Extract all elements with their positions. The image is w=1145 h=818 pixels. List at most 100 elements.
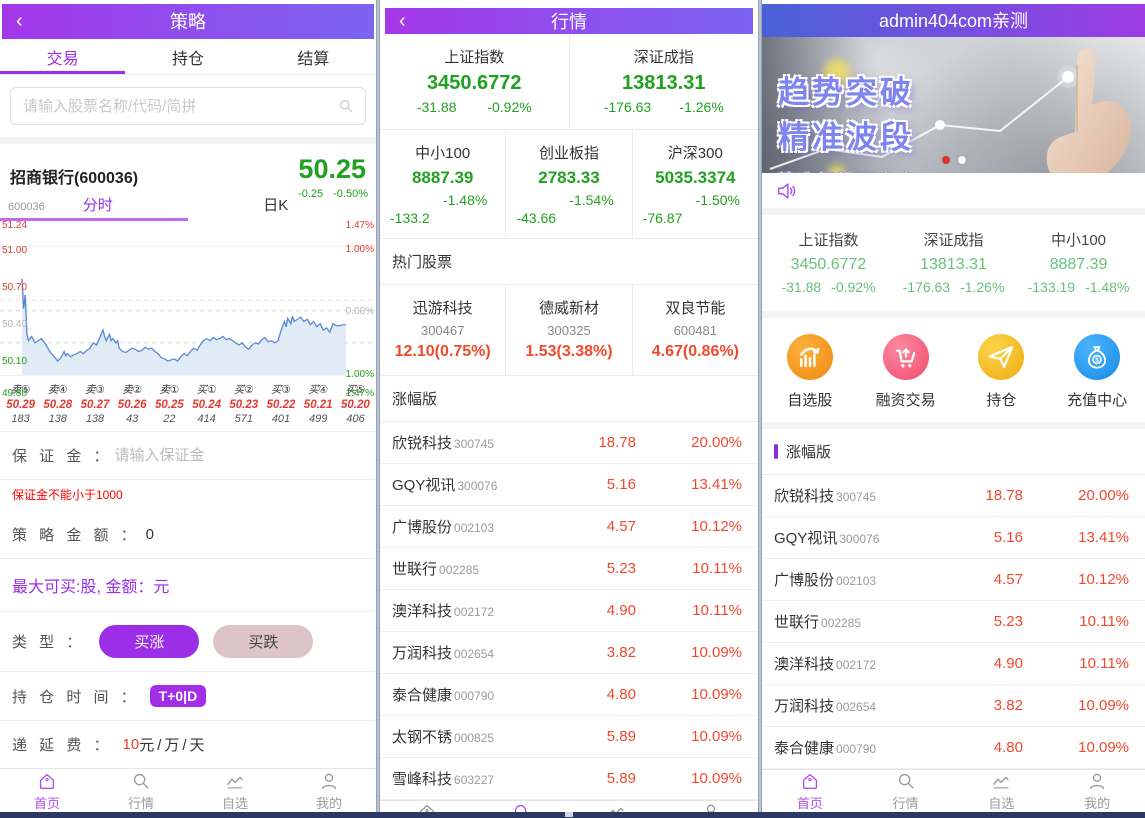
order-level: 卖① 50.25 22 (151, 382, 188, 425)
carousel-dots (762, 156, 1145, 164)
margin-row: 保 证 金 ： (0, 432, 376, 480)
banner-line2: 精准波段 (778, 112, 918, 157)
gainers-title: 涨幅版 (762, 429, 1145, 475)
gainer-row[interactable]: 世联行002285 5.23 10.11% (762, 601, 1145, 643)
tab-settlement[interactable]: 结算 (251, 39, 376, 75)
index-card[interactable]: 上证指数 3450.6772 -31.88-0.92% (766, 229, 891, 295)
type-row: 类 型 ： 买涨 买跌 (0, 612, 376, 672)
y-axis-tick: 51.00 (2, 246, 27, 256)
nav-watchlist[interactable]: 自选 (188, 770, 282, 812)
index-card[interactable]: 中小100 8887.39 -1.48% -133.2 (380, 130, 505, 238)
gainer-row[interactable]: GQY视讯300076 5.16 13.41% (380, 464, 758, 506)
feature-融资交易[interactable]: 融资交易 (858, 334, 954, 410)
gainer-row[interactable]: 雪峰科技603227 5.89 10.09% (380, 758, 758, 800)
gainer-row[interactable]: 太钢不锈000825 5.89 10.09% (380, 716, 758, 758)
gainer-row[interactable]: 万润科技002654 3.82 10.09% (380, 632, 758, 674)
feature-持仓[interactable]: 持仓 (954, 334, 1050, 410)
pct-axis-tick: 1.00% (346, 370, 374, 380)
buy-up-button[interactable]: 买涨 (99, 625, 199, 658)
index-card[interactable]: 创业板指 2783.33 -1.54% -43.66 (505, 130, 631, 238)
page-title: 行情 (551, 8, 587, 34)
margin-input[interactable] (113, 446, 364, 465)
home-icon (36, 770, 58, 792)
gainer-row[interactable]: 世联行002285 5.23 10.11% (380, 548, 758, 590)
title-accent-bar (774, 444, 778, 459)
gainer-row[interactable]: 澳洋科技002172 4.90 10.11% (380, 590, 758, 632)
hot-stock-card[interactable]: 双良节能 600481 4.67(0.86%) (632, 285, 758, 375)
gainer-row[interactable]: 欣锐科技300745 18.78 20.00% (380, 422, 758, 464)
stock-search-input[interactable] (21, 97, 337, 116)
back-chevron-icon[interactable]: ‹ (16, 4, 23, 39)
buy-down-button[interactable]: 买跌 (213, 625, 313, 658)
nav-home[interactable]: 首页 (762, 770, 858, 812)
home-header: admin404com亲测 (762, 4, 1145, 37)
cart-up-icon (883, 334, 929, 380)
line-chart-icon (605, 801, 627, 812)
money-bag-icon: $ (1074, 334, 1120, 380)
bottom-nav: 首页 行情 自选 我的 (762, 769, 1145, 812)
hot-stock-card[interactable]: 德威新材 300325 1.53(3.38%) (505, 285, 631, 375)
carousel-dot[interactable] (958, 156, 966, 164)
max-buy-hint: 最大可买:股, 金额：元 (0, 559, 376, 612)
minor-indices: 中小100 8887.39 -1.48% -133.2 创业板指 2783.33… (380, 130, 758, 239)
feature-充值中心[interactable]: $ 充值中心 (1049, 334, 1145, 410)
section-gap (762, 311, 1145, 318)
order-level: 卖② 50.26 43 (114, 382, 151, 425)
nav-home[interactable]: 首页 (380, 801, 475, 812)
section-gap (762, 208, 1145, 215)
person-icon (700, 801, 722, 812)
gainer-row[interactable]: 欣锐科技300745 18.78 20.00% (762, 475, 1145, 517)
home-icon (416, 801, 438, 812)
nav-market[interactable]: 行情 (94, 770, 188, 812)
gainer-row[interactable]: GQY视讯300076 5.16 13.41% (762, 517, 1145, 559)
y-axis-tick: 50.70 (2, 283, 27, 293)
back-chevron-icon[interactable]: ‹ (399, 8, 406, 34)
gainer-row[interactable]: 泰合健康000790 4.80 10.09% (380, 674, 758, 716)
paper-plane-icon (978, 334, 1024, 380)
gainer-row[interactable]: 万润科技002654 3.82 10.09% (762, 685, 1145, 727)
strategy-header: ‹ 策略 (2, 4, 374, 39)
defer-fee-label: 递 延 费 ： (12, 734, 113, 755)
index-card[interactable]: 深证成指 13813.31 -176.63-1.26% (569, 34, 759, 129)
index-card[interactable]: 深证成指 13813.31 -176.63-1.26% (891, 229, 1016, 295)
hold-time-row: 持 仓 时 间 ： T+0|D (0, 672, 376, 721)
tab-positions[interactable]: 持仓 (125, 39, 250, 75)
market-screen: ‹ 行情 上证指数 3450.6772 -31.88-0.92% 深证成指 13… (380, 0, 758, 812)
promo-banner[interactable]: 趋势突破 精准波段 精准把握买卖点 (762, 37, 1145, 174)
gainer-row[interactable]: 澳洋科技002172 4.90 10.11% (762, 643, 1145, 685)
hold-time-badge[interactable]: T+0|D (150, 685, 207, 707)
y-axis-tick: 50.10 (2, 357, 27, 367)
gainer-row[interactable]: 广博股份002103 4.57 10.12% (380, 506, 758, 548)
gainer-row[interactable]: 泰合健康000790 4.80 10.09% (762, 727, 1145, 769)
tab-minute-chart[interactable]: 分时 (83, 194, 113, 215)
nav-mine[interactable]: 我的 (1049, 770, 1145, 812)
tab-daily-k[interactable]: 日K (263, 194, 288, 215)
defer-fee-row: 递 延 费 ： 10 元/万/天 (0, 721, 376, 768)
feature-自选股[interactable]: 自选股 (762, 334, 858, 410)
search-area (0, 75, 376, 137)
pct-axis-tick: 1.00% (346, 245, 374, 255)
section-gap (762, 422, 1145, 429)
person-icon (1086, 770, 1108, 792)
tab-trade[interactable]: 交易 (0, 39, 125, 75)
nav-watchlist[interactable]: 自选 (569, 801, 664, 812)
resize-handle[interactable] (565, 812, 573, 817)
defer-fee-unit: 元/万/天 (139, 734, 207, 755)
index-card[interactable]: 上证指数 3450.6772 -31.88-0.92% (380, 34, 569, 129)
index-card[interactable]: 中小100 8887.39 -133.19-1.48% (1016, 229, 1141, 295)
nav-mine[interactable]: 我的 (282, 770, 376, 812)
index-card[interactable]: 沪深300 5035.3374 -1.50% -76.87 (632, 130, 758, 238)
order-level: 买① 50.24 414 (188, 382, 225, 425)
speaker-icon (776, 180, 798, 202)
carousel-dot-active[interactable] (942, 156, 950, 164)
nav-watchlist[interactable]: 自选 (954, 770, 1050, 812)
minute-chart: 51.2451.0050.7050.4050.1049.801.47%1.00%… (0, 221, 376, 376)
announcement-bar[interactable] (762, 173, 1145, 208)
nav-home[interactable]: 首页 (0, 770, 94, 812)
nav-market[interactable]: 行情 (475, 801, 570, 812)
gainer-row[interactable]: 广博股份002103 4.57 10.12% (762, 559, 1145, 601)
hold-time-label: 持 仓 时 间 ： (12, 686, 140, 707)
nav-mine[interactable]: 我的 (664, 801, 759, 812)
nav-market[interactable]: 行情 (858, 770, 954, 812)
hot-stock-card[interactable]: 迅游科技 300467 12.10(0.75%) (380, 285, 505, 375)
